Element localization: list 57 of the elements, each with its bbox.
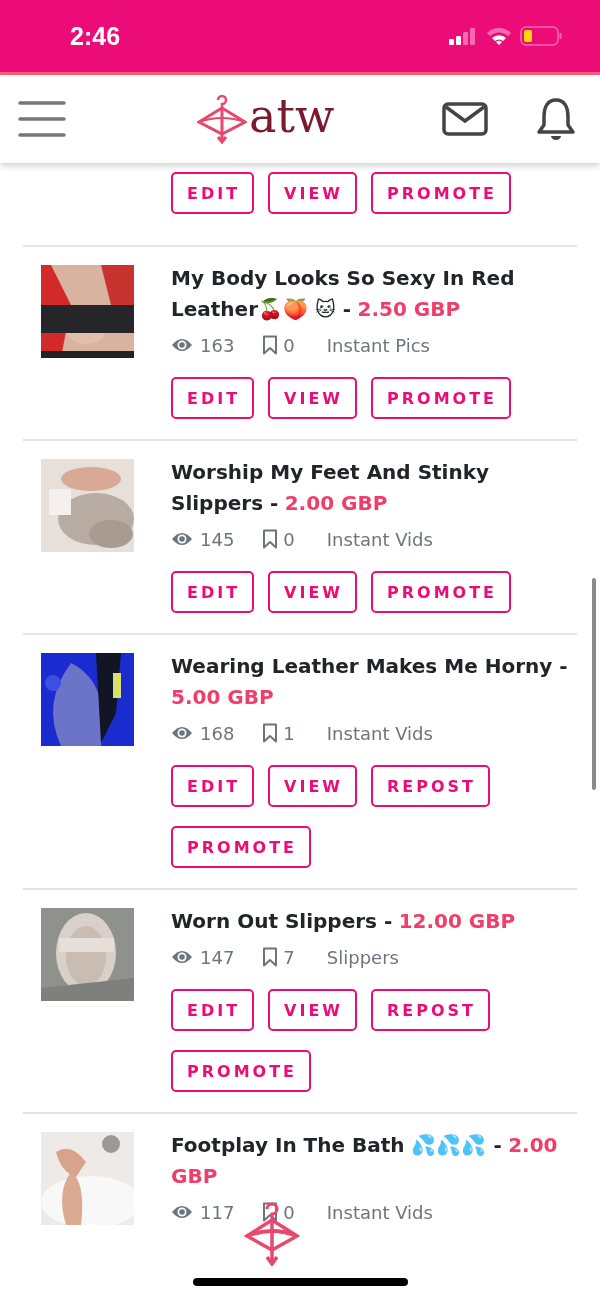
action-button[interactable]: VIEW	[268, 765, 357, 807]
bookmark-icon	[262, 947, 279, 967]
bookmark-icon	[262, 335, 279, 355]
listing-title[interactable]: My Body Looks So Sexy In Red Leather🍒🍑 🐱 - 2.50 GBP	[171, 263, 577, 325]
hanger-icon	[197, 94, 247, 144]
save-count: 0	[283, 334, 295, 356]
views-icon	[171, 1204, 193, 1220]
view-count: 117	[200, 1201, 235, 1223]
bell-icon[interactable]	[536, 97, 576, 141]
views-icon	[171, 949, 193, 965]
action-button[interactable]: PROMOTE	[371, 172, 511, 214]
view-count: 145	[200, 528, 235, 550]
action-button[interactable]: EDIT	[171, 377, 255, 419]
category-label: Instant Vids	[326, 1201, 433, 1223]
listing-title[interactable]: Worn Out Slippers - 12.00 GBP	[171, 906, 577, 937]
category-label: Instant Vids	[326, 722, 433, 744]
view-count: 168	[200, 722, 235, 744]
action-button[interactable]: PROMOTE	[371, 377, 511, 419]
action-button[interactable]: REPOST	[371, 765, 490, 807]
listing-title[interactable]: Wearing Leather Makes Me Horny - 5.00 GBP	[171, 651, 577, 713]
wifi-icon	[486, 26, 512, 46]
mail-icon[interactable]	[442, 102, 488, 136]
category-label: Instant Vids	[326, 528, 433, 550]
action-button[interactable]: EDIT	[171, 172, 255, 214]
views-icon	[171, 337, 193, 353]
view-count: 163	[200, 334, 235, 356]
action-button[interactable]: EDIT	[171, 765, 255, 807]
action-button[interactable]: PROMOTE	[371, 571, 511, 613]
logo-text[interactable]: atw	[249, 93, 335, 145]
signal-icon	[448, 26, 478, 46]
view-count: 147	[200, 946, 235, 968]
save-count: 1	[283, 722, 295, 744]
save-count: 0	[283, 1201, 295, 1223]
category-label: Instant Pics	[326, 334, 430, 356]
action-button[interactable]: PROMOTE	[171, 1050, 311, 1092]
bookmark-icon	[262, 723, 279, 743]
status-time: 2:46	[70, 21, 121, 51]
action-button[interactable]: VIEW	[268, 989, 357, 1031]
save-count: 7	[283, 946, 295, 968]
views-icon	[171, 531, 193, 547]
listing-title[interactable]: Worship My Feet And Stinky Slippers - 2.00 GBP	[171, 457, 577, 519]
action-button[interactable]: EDIT	[171, 571, 255, 613]
hanger-icon	[244, 1200, 300, 1266]
action-button[interactable]: REPOST	[371, 989, 490, 1031]
save-count: 0	[283, 528, 295, 550]
action-button[interactable]: VIEW	[268, 571, 357, 613]
menu-button[interactable]	[17, 99, 67, 139]
action-button[interactable]: EDIT	[171, 989, 255, 1031]
bookmark-icon	[262, 529, 279, 549]
action-button[interactable]: VIEW	[268, 377, 357, 419]
listing-title[interactable]: Footplay In The Bath 💦💦💦 - 2.00 GBP	[171, 1130, 577, 1192]
views-icon	[171, 725, 193, 741]
category-label: Slippers	[326, 946, 399, 968]
action-button[interactable]: PROMOTE	[171, 826, 311, 868]
action-button[interactable]: VIEW	[268, 172, 357, 214]
battery-icon	[520, 26, 562, 46]
bookmark-icon	[262, 1202, 279, 1222]
